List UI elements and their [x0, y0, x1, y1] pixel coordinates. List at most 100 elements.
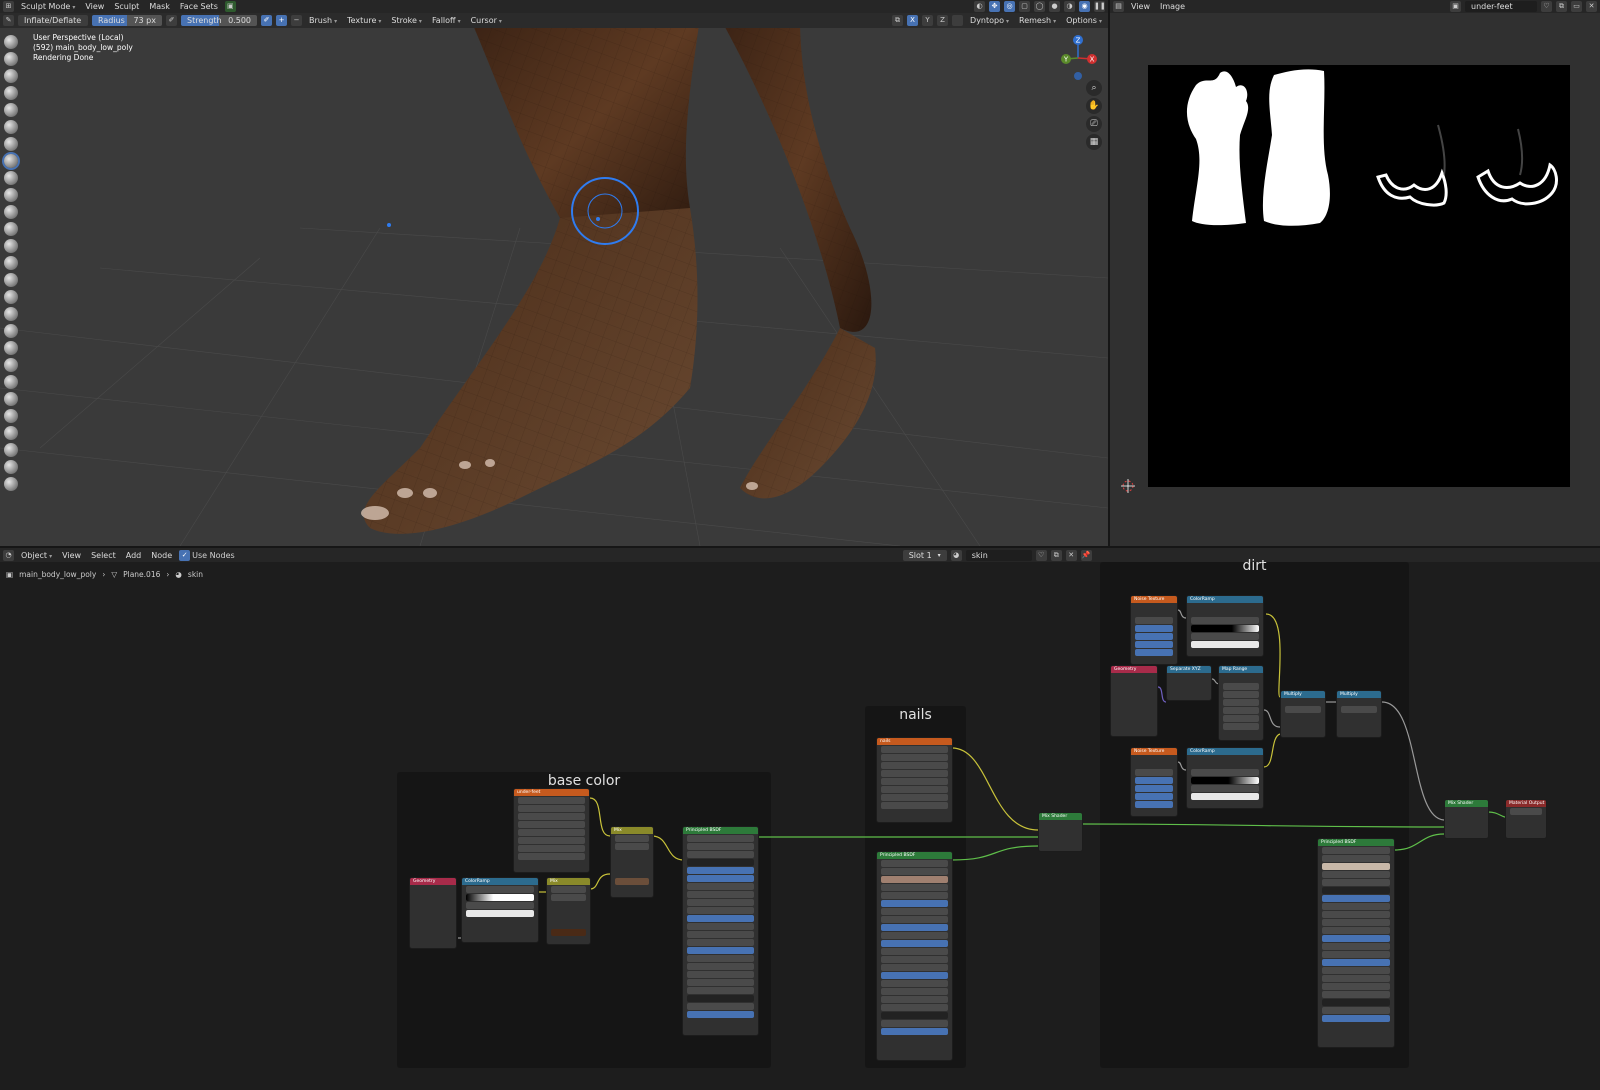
- axis-y-toggle[interactable]: Y: [922, 15, 934, 26]
- brush-icon[interactable]: ✎: [3, 15, 14, 26]
- sculpt-brush-tool-icon[interactable]: [4, 375, 18, 389]
- sculpt-brush-tool-icon[interactable]: [4, 222, 18, 236]
- symmetry-icon[interactable]: ⧉: [892, 15, 904, 26]
- menu-cursor[interactable]: Cursor ▾: [468, 16, 505, 25]
- node-menu-view[interactable]: View: [59, 551, 84, 560]
- mode-selector[interactable]: Sculpt Mode ▾: [18, 2, 78, 11]
- menu-options[interactable]: Options ▾: [1063, 16, 1105, 25]
- image-menu-view[interactable]: View: [1128, 2, 1153, 11]
- material-name-field[interactable]: skin: [965, 549, 1032, 561]
- shading-wireframe-icon[interactable]: ◯: [1034, 1, 1045, 12]
- menu-stroke[interactable]: Stroke ▾: [388, 16, 425, 25]
- node-multiply-1[interactable]: Multiply: [1280, 690, 1326, 738]
- brush-name-field[interactable]: Inflate/Deflate: [18, 15, 88, 26]
- image-editor-canvas[interactable]: [1110, 13, 1600, 546]
- sculpt-brush-tool-icon[interactable]: [4, 341, 18, 355]
- node-mix-2[interactable]: Mix: [610, 826, 654, 898]
- sculpt-brush-tool-icon[interactable]: [4, 137, 18, 151]
- context-selector[interactable]: Object ▾: [18, 551, 55, 560]
- editor-type-icon[interactable]: ⊞: [3, 1, 14, 12]
- sculpt-brush-tool-icon[interactable]: [4, 256, 18, 270]
- sculpt-brush-tool-icon[interactable]: [4, 358, 18, 372]
- image-unlink-icon[interactable]: ✕: [1586, 1, 1597, 12]
- menu-brush[interactable]: Brush ▾: [306, 16, 340, 25]
- sculpt-brush-tool-icon[interactable]: [4, 273, 18, 287]
- material-fake-user-icon[interactable]: ♡: [1035, 549, 1047, 561]
- use-nodes-toggle[interactable]: ✓ Use Nodes: [179, 549, 235, 561]
- sculpt-brush-tool-icon[interactable]: [4, 426, 18, 440]
- axis-z-toggle[interactable]: Z: [937, 15, 949, 26]
- pan-hand-icon[interactable]: ✋: [1086, 98, 1102, 114]
- material-duplicate-icon[interactable]: ⧉: [1050, 549, 1062, 561]
- material-browse-icon[interactable]: ◕: [950, 549, 962, 561]
- menu-sculpt[interactable]: Sculpt: [111, 2, 142, 11]
- shading-solid-icon[interactable]: ●: [1049, 1, 1060, 12]
- image-menu-image[interactable]: Image: [1157, 2, 1188, 11]
- node-colorramp-dirt-2[interactable]: ColorRamp: [1186, 747, 1264, 809]
- node-image-texture-nails[interactable]: nails: [876, 737, 953, 823]
- direction-subtract-icon[interactable]: −: [291, 15, 302, 26]
- sculpt-brush-tool-icon[interactable]: [4, 324, 18, 338]
- gizmo-toggle-icon[interactable]: ✥: [989, 1, 1000, 12]
- node-principled-base[interactable]: Principled BSDF: [682, 826, 759, 1036]
- image-duplicate-icon[interactable]: ⧉: [1556, 1, 1567, 12]
- pressure-radius-icon[interactable]: ✐: [166, 15, 177, 26]
- image-name-field[interactable]: under-feet: [1465, 1, 1537, 12]
- perspective-grid-icon[interactable]: ▦: [1086, 134, 1102, 150]
- strength-field[interactable]: Strength 0.500: [181, 15, 257, 26]
- shading-rendered-icon[interactable]: ◉: [1079, 1, 1090, 12]
- menu-falloff[interactable]: Falloff ▾: [429, 16, 464, 25]
- menu-mask[interactable]: Mask: [146, 2, 173, 11]
- sculpt-brush-tool-icon[interactable]: [4, 239, 18, 253]
- face-sets-icon[interactable]: ▣: [224, 1, 236, 12]
- node-principled-dirt[interactable]: Principled BSDF: [1317, 838, 1395, 1048]
- node-geometry-dirt[interactable]: Geometry: [1110, 665, 1158, 737]
- object-type-visibility-icon[interactable]: ◐: [974, 1, 985, 12]
- node-editor-type-icon[interactable]: ◔: [3, 549, 14, 561]
- pressure-strength-icon[interactable]: ✐: [261, 15, 272, 26]
- sculpt-brush-tool-icon[interactable]: [4, 290, 18, 304]
- node-colorramp-dirt-1[interactable]: ColorRamp: [1186, 595, 1264, 657]
- sculpt-brush-tool-icon[interactable]: [4, 477, 18, 491]
- node-map-range[interactable]: Map Range: [1218, 665, 1264, 741]
- menu-remesh[interactable]: Remesh ▾: [1016, 16, 1059, 25]
- sculpt-brush-tool-icon[interactable]: [4, 409, 18, 423]
- menu-face-sets[interactable]: Face Sets: [177, 2, 221, 11]
- node-editor-canvas[interactable]: ▣ main_body_low_poly › ▽ Plane.016 › ◕ s…: [0, 558, 1600, 1090]
- camera-view-icon[interactable]: ⎚: [1086, 116, 1102, 132]
- sculpt-brush-tool-icon[interactable]: [4, 52, 18, 66]
- sculpt-brush-tool-icon[interactable]: [4, 120, 18, 134]
- dyntopo-checkbox[interactable]: [952, 15, 964, 26]
- zoom-icon[interactable]: ⌕: [1086, 80, 1102, 96]
- node-noise-texture-2[interactable]: Noise Texture: [1130, 747, 1178, 817]
- node-noise-texture-1[interactable]: Noise Texture: [1130, 595, 1178, 665]
- node-principled-nails[interactable]: Principled BSDF: [876, 851, 953, 1061]
- node-menu-select[interactable]: Select: [88, 551, 119, 560]
- navigation-gizmo[interactable]: Z Y X: [1054, 32, 1100, 82]
- node-image-texture-under-feet[interactable]: under-feet: [513, 788, 590, 873]
- radius-field[interactable]: Radius 73 px: [92, 15, 162, 26]
- sculpt-brush-tool-icon[interactable]: [4, 460, 18, 474]
- pause-render-icon[interactable]: ❚❚: [1094, 1, 1106, 12]
- menu-dyntopo[interactable]: Dyntopo ▾: [967, 16, 1012, 25]
- image-editor-type-icon[interactable]: ▤: [1113, 1, 1124, 12]
- sculpt-brush-tool-icon[interactable]: [4, 69, 18, 83]
- menu-view[interactable]: View: [82, 2, 107, 11]
- sculpt-brush-tool-icon[interactable]: [4, 188, 18, 202]
- node-material-output[interactable]: Material Output: [1505, 799, 1547, 839]
- node-menu-add[interactable]: Add: [123, 551, 145, 560]
- viewport-3d[interactable]: User Perspective (Local) (592) main_body…: [0, 28, 1108, 546]
- image-browse-icon[interactable]: ▣: [1450, 1, 1461, 12]
- sculpt-brush-tool-icon[interactable]: [4, 443, 18, 457]
- overlay-toggle-icon[interactable]: ◎: [1004, 1, 1015, 12]
- shading-material-icon[interactable]: ◑: [1064, 1, 1075, 12]
- node-separate-xyz[interactable]: Separate XYZ: [1166, 665, 1212, 701]
- sculpt-brush-tool-icon[interactable]: [4, 35, 18, 49]
- sculpt-brush-tool-icon[interactable]: [4, 307, 18, 321]
- direction-add-icon[interactable]: +: [276, 15, 287, 26]
- pin-icon[interactable]: 📌: [1080, 549, 1092, 561]
- slot-selector[interactable]: Slot 1 ▾: [902, 549, 947, 561]
- axis-x-toggle[interactable]: X: [907, 15, 919, 26]
- node-geometry-base[interactable]: Geometry: [409, 877, 457, 949]
- sculpt-brush-tool-icon[interactable]: [4, 86, 18, 100]
